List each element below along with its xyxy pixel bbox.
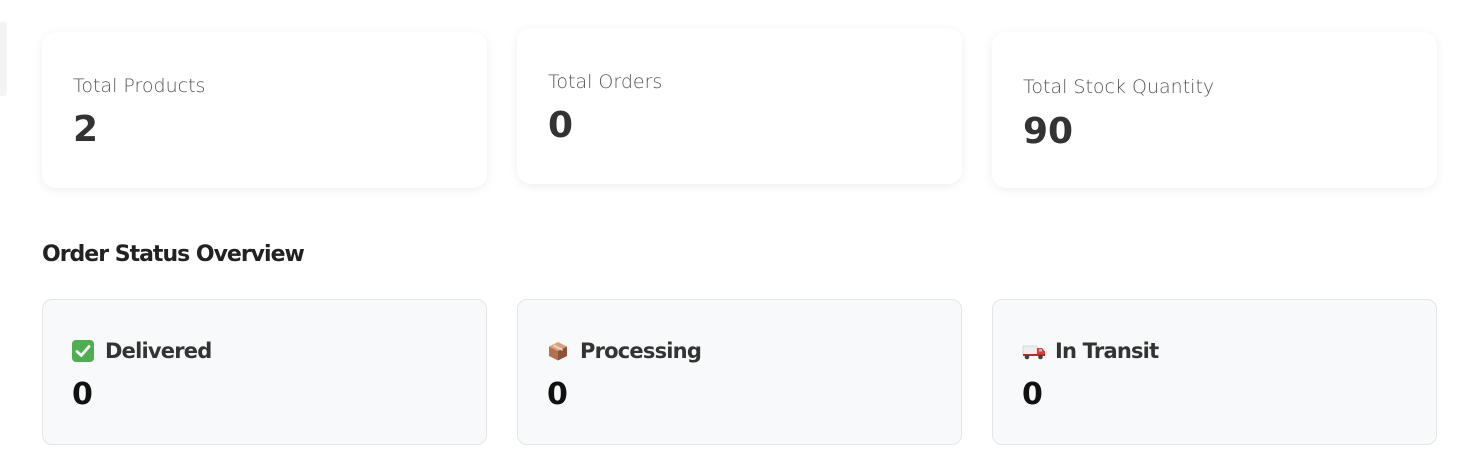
delivered-value: 0 [72, 377, 93, 412]
total-products-label: Total Products [73, 75, 206, 97]
total-stock-card: Total Stock Quantity 90 [992, 32, 1437, 188]
order-status-title: Order Status Overview [42, 242, 305, 267]
dashboard-page: Total Products 2 Total Orders 0 Total St… [0, 0, 1483, 454]
in-transit-header: In Transit [1022, 338, 1159, 364]
in-transit-label: In Transit [1055, 339, 1159, 363]
package-icon [547, 340, 569, 362]
in-transit-value: 0 [1022, 377, 1043, 412]
total-products-value: 2 [73, 109, 99, 150]
processing-header: Processing [547, 338, 702, 364]
total-stock-value: 90 [1023, 111, 1074, 152]
delivery-truck-icon [1022, 340, 1045, 362]
total-orders-label: Total Orders [548, 71, 663, 93]
delivered-status-card: Delivered 0 [42, 299, 487, 445]
total-stock-label: Total Stock Quantity [1023, 76, 1215, 98]
sidebar-edge [0, 22, 7, 96]
processing-status-card: Processing 0 [517, 299, 962, 445]
delivered-header: Delivered [72, 338, 212, 364]
delivered-label: Delivered [105, 339, 212, 363]
in-transit-status-card: In Transit 0 [992, 299, 1437, 445]
check-mark-icon [72, 340, 94, 362]
total-orders-card: Total Orders 0 [517, 28, 962, 184]
total-products-card: Total Products 2 [42, 32, 487, 188]
processing-value: 0 [547, 377, 568, 412]
total-orders-value: 0 [548, 105, 574, 146]
processing-label: Processing [580, 339, 702, 363]
